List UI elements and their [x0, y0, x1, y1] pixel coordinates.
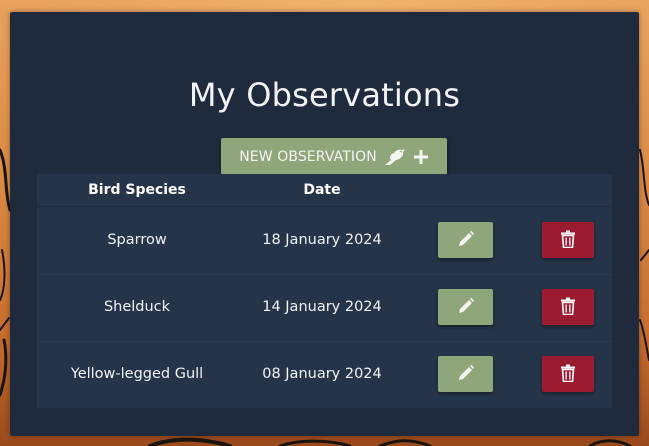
trash-icon	[560, 297, 576, 318]
delete-button[interactable]	[542, 356, 594, 392]
new-observation-label: NEW OBSERVATION	[239, 148, 377, 165]
species-cell: Shelduck	[103, 299, 171, 315]
edit-button[interactable]	[438, 289, 493, 325]
table-row: Yellow-legged Gull 08 January 2024	[37, 341, 612, 408]
table-header: Bird Species Date	[37, 174, 612, 207]
delete-button[interactable]	[542, 289, 594, 325]
species-cell: Sparrow	[107, 232, 167, 248]
observations-table: Bird Species Date Sparrow 18 January 202…	[37, 174, 612, 408]
pencil-icon	[457, 230, 475, 251]
trash-icon	[560, 364, 576, 385]
date-cell: 08 January 2024	[262, 366, 382, 382]
pencil-icon	[457, 364, 475, 385]
plus-icon	[413, 149, 429, 165]
table-row: Shelduck 14 January 2024	[37, 274, 612, 342]
edit-button[interactable]	[438, 222, 493, 258]
page-title: My Observations	[188, 76, 461, 114]
date-cell: 14 January 2024	[262, 299, 382, 315]
bird-icon	[383, 147, 407, 167]
table-row: Sparrow 18 January 2024	[37, 207, 612, 275]
edit-button[interactable]	[438, 356, 493, 392]
new-observation-button[interactable]: NEW OBSERVATION	[221, 138, 447, 175]
header-bird-species: Bird Species	[88, 182, 186, 198]
header-date: Date	[303, 182, 341, 198]
trash-icon	[560, 230, 576, 251]
species-cell: Yellow-legged Gull	[70, 366, 204, 382]
delete-button[interactable]	[542, 222, 594, 258]
pencil-icon	[457, 297, 475, 318]
date-cell: 18 January 2024	[262, 232, 382, 248]
